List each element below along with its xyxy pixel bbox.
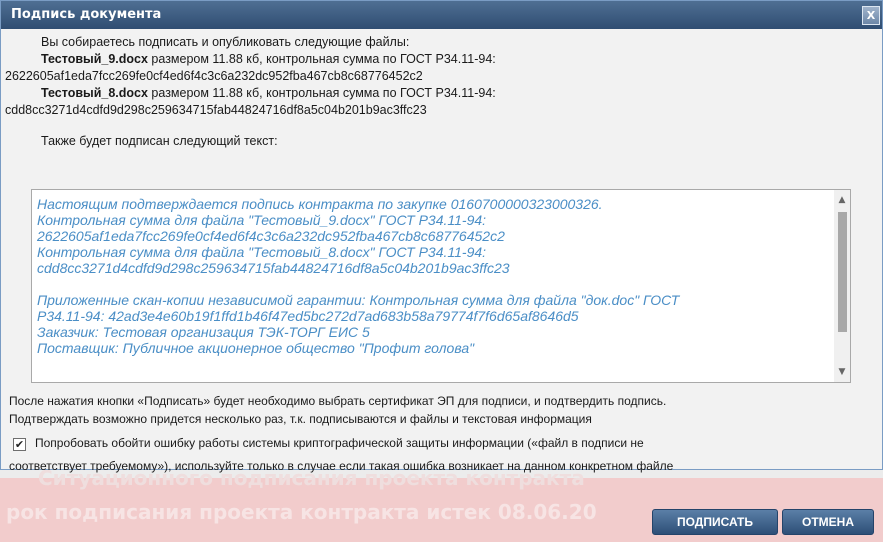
- scroll-thumb[interactable]: [838, 212, 847, 332]
- signed-text-line: cdd8cc3271d4cdfd9d298c259634715fab448247…: [37, 260, 510, 276]
- dialog-title: Подпись документа: [11, 7, 162, 22]
- signed-text-line: 2622605af1eda7fcc269fe0cf4ed6f4c3c6a232d…: [37, 228, 505, 244]
- signed-text-content: Настоящим подтверждается подпись контрак…: [37, 196, 827, 356]
- scroll-down-icon[interactable]: ▼: [834, 364, 850, 380]
- sign-document-dialog: Подпись документа X Вы собираетесь подпи…: [0, 0, 883, 473]
- intro-text: Вы собираетесь подписать и опубликовать …: [41, 35, 410, 49]
- also-signed-label: Также будет подписан следующий текст:: [41, 134, 278, 148]
- file-2-desc: размером 11.88 кб, контрольная сумма по …: [147, 86, 496, 100]
- signed-text-line: Приложенные скан-копии независимой гаран…: [37, 292, 680, 308]
- file-1-name: Тестовый_9.docx: [41, 52, 148, 66]
- file-2-name: Тестовый_8.docx: [41, 86, 148, 100]
- signed-text-line: Поставщик: Публичное акционерное обществ…: [37, 340, 475, 356]
- signed-text-line: Заказчик: Тестовая организация ТЭК-ТОРГ …: [37, 324, 370, 340]
- text-area-scrollbar[interactable]: ▲ ▼: [834, 190, 850, 382]
- cancel-button[interactable]: ОТМЕНА: [782, 509, 874, 535]
- close-icon[interactable]: X: [862, 6, 880, 25]
- signed-text-area[interactable]: Настоящим подтверждается подпись контрак…: [31, 189, 851, 383]
- signed-text-line: Р34.11-94: 42ad3e4e60b19f1ffd1b46f47ed5b…: [37, 308, 579, 324]
- signed-text-blank-line: [37, 276, 827, 292]
- file-2-hash: cdd8cc3271d4cdfd9d298c259634715fab448247…: [5, 103, 427, 117]
- signed-text-line: Контрольная сумма для файла "Тестовый_8.…: [37, 244, 487, 260]
- file-2-line: Тестовый_8.docx размером 11.88 кб, контр…: [41, 86, 496, 100]
- workaround-label-line-2: соответствует требуемому»), используйте …: [9, 459, 674, 473]
- sign-note-line-1: После нажатия кнопки «Подписать» будет н…: [9, 394, 667, 408]
- workaround-checkbox[interactable]: ✔: [13, 438, 26, 451]
- file-1-hash: 2622605af1eda7fcc269fe0cf4ed6f4c3c6a232d…: [5, 69, 423, 83]
- signed-text-line: Настоящим подтверждается подпись контрак…: [37, 196, 603, 212]
- file-1-line: Тестовый_9.docx размером 11.88 кб, контр…: [41, 52, 496, 66]
- checkmark-icon: ✔: [14, 438, 25, 451]
- signed-text-line: Контрольная сумма для файла "Тестовый_9.…: [37, 212, 487, 228]
- dialog-titlebar[interactable]: Подпись документа X: [1, 1, 882, 29]
- file-1-desc: размером 11.88 кб, контрольная сумма по …: [147, 52, 496, 66]
- sign-button[interactable]: ПОДПИСАТЬ: [652, 509, 778, 535]
- workaround-label-line-1[interactable]: Попробовать обойти ошибку работы системы…: [35, 436, 644, 450]
- background-deadline-text: рок подписания проекта контракта истек 0…: [6, 500, 597, 524]
- sign-note-line-2: Подтверждать возможно придется несколько…: [9, 412, 592, 426]
- scroll-up-icon[interactable]: ▲: [834, 192, 850, 208]
